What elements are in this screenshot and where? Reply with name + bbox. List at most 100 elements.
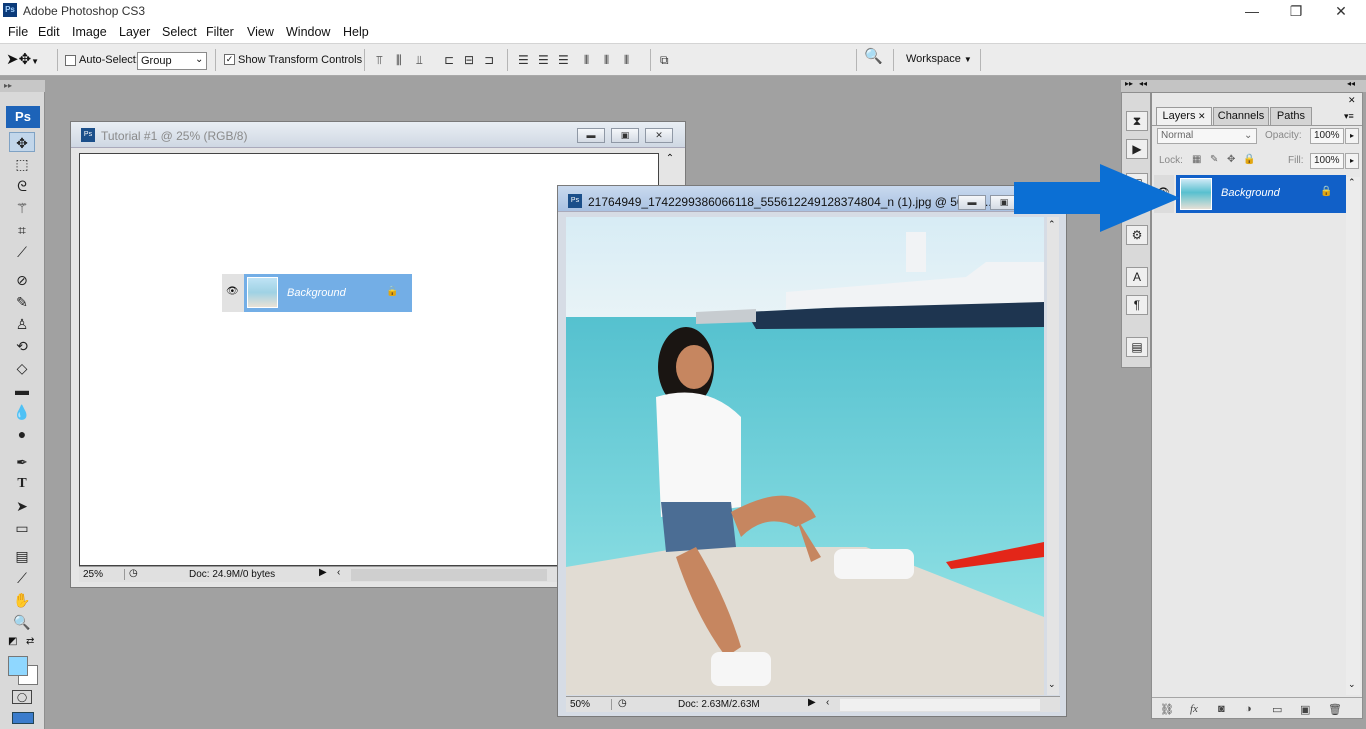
lock-all-icon[interactable]: 🔒 — [1243, 154, 1255, 165]
screen-mode-icon[interactable] — [12, 712, 34, 724]
menu-filter[interactable]: Filter — [206, 25, 234, 39]
align-vertical-center-icon[interactable]: ⫼ — [396, 53, 402, 67]
panel-menu-icon[interactable]: ▾≡ — [1344, 111, 1354, 122]
bridge-icon[interactable]: 🔍 — [864, 49, 883, 64]
distribute-left-icon[interactable]: ⫴ — [584, 53, 589, 67]
zoom-field[interactable]: 25% — [83, 569, 125, 580]
default-colors-icon[interactable]: ◩ — [8, 636, 17, 647]
pen-tool[interactable]: ✒ — [9, 452, 35, 472]
scroll-left-icon[interactable]: ‹ — [826, 697, 829, 708]
panel-close-icon[interactable]: ✕ — [1348, 95, 1356, 106]
adjustment-layer-icon[interactable]: ◑ — [1245, 703, 1252, 715]
quick-mask-icon[interactable]: ◯ — [12, 690, 32, 704]
distribute-horizontal-center-icon[interactable]: ⫴ — [604, 53, 609, 67]
eyedropper-tool[interactable]: ⟋ — [9, 568, 35, 588]
layer-comps-panel-button[interactable]: ▤ — [1126, 337, 1148, 357]
delete-layer-icon[interactable]: 🗑 — [1328, 703, 1342, 716]
hand-tool[interactable]: ✋ — [9, 590, 35, 610]
horizontal-scrollbar[interactable] — [840, 699, 1040, 711]
document-title-bar[interactable]: Ps 21764949_1742299386066118_55561224912… — [558, 186, 1066, 212]
layer-style-icon[interactable]: fx — [1190, 703, 1198, 715]
lock-pixels-icon[interactable]: ✎ — [1210, 154, 1218, 165]
align-left-icon[interactable]: ⊏ — [444, 53, 454, 67]
tab-channels[interactable]: Channels — [1213, 107, 1269, 125]
tab-paths[interactable]: Paths — [1270, 107, 1312, 125]
menu-file[interactable]: File — [8, 25, 28, 39]
zoom-field[interactable]: 50% — [570, 699, 612, 710]
actions-panel-button[interactable]: ▶ — [1126, 139, 1148, 159]
distribute-top-icon[interactable]: ☰ — [518, 53, 529, 67]
close-button[interactable]: ✕ — [645, 128, 673, 143]
scroll-up-icon[interactable]: ⌃ — [663, 153, 677, 183]
document-title-bar[interactable]: Ps Tutorial #1 @ 25% (RGB/8) ▬ ▣ ✕ — [71, 122, 685, 148]
distribute-right-icon[interactable]: ⫴ — [624, 53, 629, 67]
healing-brush-tool[interactable]: ⊘ — [9, 270, 35, 290]
workspace-menu[interactable]: Workspace ▼ — [906, 53, 972, 65]
menu-image[interactable]: Image — [72, 25, 107, 39]
dodge-tool[interactable]: ● — [9, 424, 35, 444]
menu-help[interactable]: Help — [343, 25, 369, 39]
visibility-toggle[interactable]: 👁 — [222, 274, 244, 312]
close-button[interactable]: ✕ — [1327, 2, 1355, 20]
fill-slider-arrow-icon[interactable]: ▸ — [1345, 153, 1359, 169]
layer-mask-icon[interactable]: ◙ — [1218, 703, 1225, 715]
tab-close-icon[interactable]: ✕ — [1195, 111, 1206, 121]
move-tool-preset-picker[interactable]: ➤✥▼ — [6, 50, 50, 70]
menu-layer[interactable]: Layer — [119, 25, 150, 39]
crop-tool[interactable]: ⌗ — [9, 220, 35, 240]
distribute-vertical-center-icon[interactable]: ☰ — [538, 53, 549, 67]
notes-tool[interactable]: ▤ — [9, 546, 35, 566]
lock-position-icon[interactable]: ✥ — [1227, 154, 1235, 165]
eraser-tool[interactable]: ◇ — [9, 358, 35, 378]
new-layer-icon[interactable]: ▣ — [1300, 703, 1310, 716]
layer-row-background[interactable]: Background 🔒 — [1176, 175, 1346, 213]
minimize-button[interactable]: — — [1238, 2, 1266, 20]
history-brush-tool[interactable]: ⟲ — [9, 336, 35, 356]
rectangle-tool[interactable]: ▭ — [9, 518, 35, 538]
auto-select-dropdown[interactable]: Group ⌄ — [137, 52, 207, 70]
lock-transparency-icon[interactable]: ▦ — [1192, 154, 1201, 165]
layers-scrollbar[interactable]: ⌃ ⌄ — [1346, 177, 1360, 695]
align-right-icon[interactable]: ⊐ — [484, 53, 494, 67]
align-horizontal-center-icon[interactable]: ⊟ — [464, 53, 474, 67]
slice-tool[interactable]: ⟋ — [9, 242, 35, 262]
marquee-tool[interactable]: ⬚ — [9, 154, 35, 174]
menu-edit[interactable]: Edit — [38, 25, 60, 39]
history-panel-button[interactable]: ⧗ — [1126, 111, 1148, 131]
character-panel-button[interactable]: A — [1126, 267, 1148, 287]
distribute-bottom-icon[interactable]: ☰ — [558, 53, 569, 67]
move-tool[interactable]: ✥ — [9, 132, 35, 152]
foreground-color-swatch[interactable] — [8, 656, 28, 676]
path-selection-tool[interactable]: ➤ — [9, 496, 35, 516]
align-top-icon[interactable]: ⫪ — [376, 53, 383, 67]
gradient-tool[interactable]: ▬ — [9, 380, 35, 400]
panel-dock-grip[interactable]: ▸▸ ◂◂ ◂◂ — [1121, 79, 1366, 92]
blend-mode-select[interactable]: Normal ⌄ — [1157, 128, 1257, 144]
horizontal-scrollbar[interactable] — [351, 569, 547, 581]
link-layers-icon[interactable]: ⛓ — [1160, 703, 1174, 716]
tab-layers[interactable]: Layers ✕ — [1156, 107, 1212, 125]
opacity-slider-arrow-icon[interactable]: ▸ — [1345, 128, 1359, 144]
menu-select[interactable]: Select — [162, 25, 197, 39]
ps-badge[interactable]: Ps — [6, 106, 40, 128]
minimize-button[interactable]: ▬ — [577, 128, 605, 143]
brush-tool[interactable]: ✎ — [9, 292, 35, 312]
minimize-button[interactable]: ▬ — [958, 195, 986, 210]
swap-colors-icon[interactable]: ⇄ — [26, 636, 34, 647]
blur-tool[interactable]: 💧 — [9, 402, 35, 422]
fill-field[interactable]: 100% — [1310, 153, 1344, 169]
show-transform-checkbox[interactable]: ✓ — [224, 54, 235, 65]
photo-canvas[interactable] — [566, 217, 1044, 695]
opacity-field[interactable]: 100% — [1310, 128, 1344, 144]
restore-button[interactable]: ❐ — [1282, 2, 1310, 20]
auto-select-checkbox[interactable] — [65, 55, 76, 66]
auto-align-layers-icon[interactable]: ⧉ — [660, 53, 669, 67]
status-menu-arrow-icon[interactable]: ▶ — [808, 697, 816, 708]
type-tool[interactable]: T — [9, 474, 35, 494]
zoom-tool[interactable]: 🔍 — [9, 612, 35, 632]
scroll-left-icon[interactable]: ‹ — [337, 567, 340, 578]
clone-stamp-tool[interactable]: ♙ — [9, 314, 35, 334]
maximize-button[interactable]: ▣ — [611, 128, 639, 143]
vertical-scrollbar[interactable]: ⌃ ⌄ — [1047, 217, 1059, 695]
lasso-tool[interactable]: ᘓ — [9, 176, 35, 196]
